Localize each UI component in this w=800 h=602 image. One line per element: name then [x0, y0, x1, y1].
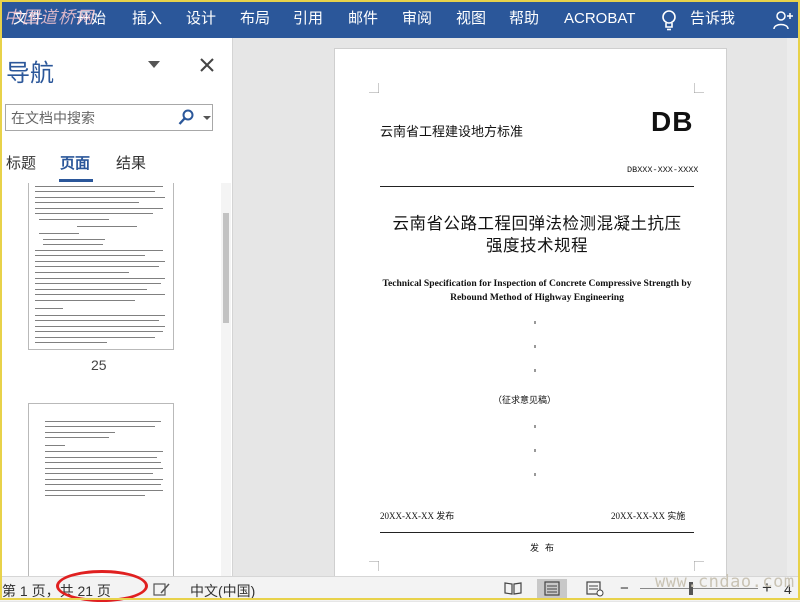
print-layout-icon [544, 581, 560, 596]
print-layout-button[interactable] [537, 579, 567, 598]
site-watermark: www.cndao.com [655, 572, 795, 592]
english-title-line-2: Rebound Method of Highway Engineering [450, 292, 624, 303]
nav-pane-title: 导航 [6, 60, 54, 87]
navigation-pane: 导航 标题 页面 结果 [0, 38, 233, 578]
zoom-out-button[interactable]: − [620, 580, 629, 597]
search-input[interactable] [9, 107, 178, 129]
proofing-icon[interactable] [153, 582, 171, 597]
watermark-logo: 中国道桥网 [4, 8, 94, 28]
nav-options-dropdown-icon[interactable] [148, 61, 160, 68]
page-thumbnail-25[interactable] [28, 183, 174, 350]
paragraph-mark [534, 369, 536, 372]
page-thumbnail-26[interactable] [28, 403, 174, 578]
web-layout-icon[interactable] [584, 579, 606, 598]
search-icon[interactable] [178, 109, 194, 126]
nav-scrollbar[interactable] [221, 183, 231, 576]
document-page[interactable]: 云南省工程建设地方标准 DB DBXXX-XXX-XXXX 云南省公路工程回弹法… [334, 48, 727, 578]
read-mode-icon[interactable] [502, 579, 524, 598]
standard-code: DBXXX-XXX-XXXX [627, 165, 699, 175]
margin-corner-mark [694, 83, 704, 93]
vertical-scrollbar[interactable] [787, 38, 800, 576]
highlight-annotation-circle [56, 570, 148, 602]
tab-headings[interactable]: 标题 [6, 152, 36, 173]
tab-view[interactable]: 视图 [456, 9, 486, 29]
paragraph-mark [534, 345, 536, 348]
tab-acrobat[interactable]: ACROBAT [564, 9, 635, 29]
lightbulb-icon[interactable] [660, 9, 678, 31]
tab-pages[interactable]: 页面 [60, 152, 90, 173]
tab-help[interactable]: 帮助 [509, 9, 539, 29]
standard-prefix: DB [651, 106, 694, 137]
publisher-label: 发布 [529, 544, 561, 554]
issue-date: 20XX-XX-XX 发布 [380, 511, 455, 521]
margin-corner-mark [369, 83, 379, 93]
tab-results[interactable]: 结果 [116, 152, 146, 173]
search-box [5, 104, 213, 131]
margin-corner-mark [694, 561, 704, 571]
tab-design[interactable]: 设计 [186, 9, 216, 29]
active-tab-indicator [59, 179, 93, 182]
thumbnail-page-number: 25 [91, 357, 107, 373]
footer-rule [380, 532, 694, 533]
english-title: Technical Specification for Inspection o… [365, 277, 709, 305]
paragraph-mark [534, 321, 536, 324]
effective-date: 20XX-XX-XX 实施 [611, 511, 686, 521]
tab-references[interactable]: 引用 [293, 9, 323, 29]
title-line-1: 云南省公路工程回弹法检测混凝土抗压 [392, 214, 682, 233]
tab-mailings[interactable]: 邮件 [348, 9, 378, 29]
margin-corner-mark [369, 561, 379, 571]
paragraph-mark [534, 425, 536, 428]
search-options-chevron-icon[interactable] [203, 116, 211, 120]
draft-label: （征求意见稿） [493, 396, 557, 406]
tab-review[interactable]: 审阅 [402, 9, 432, 29]
tell-me-label[interactable]: 告诉我 [690, 9, 735, 29]
header-rule [380, 186, 694, 187]
paragraph-mark [534, 449, 536, 452]
document-title: 云南省公路工程回弹法检测混凝土抗压 强度技术规程 [365, 213, 709, 257]
english-title-line-1: Technical Specification for Inspection o… [382, 278, 692, 289]
tab-insert[interactable]: 插入 [132, 9, 162, 29]
add-user-icon[interactable] [772, 9, 794, 31]
standard-category: 云南省工程建设地方标准 [380, 125, 524, 140]
language-indicator[interactable]: 中文(中国) [190, 581, 255, 601]
ribbon-tab-bar: 文件 开始 插入 设计 布局 引用 邮件 审阅 视图 帮助 ACROBAT 告诉… [0, 0, 800, 38]
tab-layout[interactable]: 布局 [240, 9, 270, 29]
close-icon[interactable] [198, 56, 216, 74]
paragraph-mark [534, 473, 536, 476]
title-line-2: 强度技术规程 [486, 236, 588, 255]
